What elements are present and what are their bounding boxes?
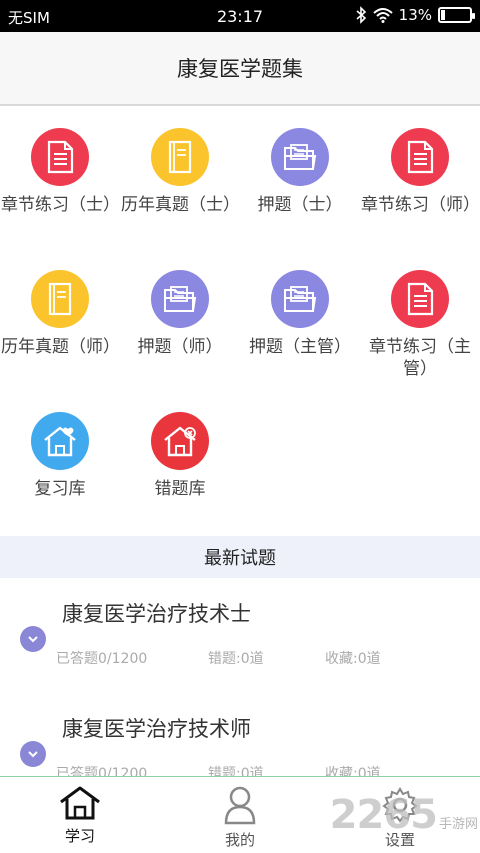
- wifi-icon: [372, 8, 393, 23]
- gear-icon: [382, 787, 418, 823]
- bottom-nav: 学习 我的 设置: [0, 776, 480, 853]
- battery-percent: 13%: [398, 6, 432, 24]
- person-icon: [224, 786, 256, 825]
- exam-item[interactable]: 康复医学治疗技术士 已答题0/1200 错题:0道 收藏:0道: [0, 578, 480, 693]
- nav-label: 设置: [384, 831, 415, 849]
- nav-mine[interactable]: 我的: [160, 777, 320, 853]
- tile-past-exams-shi2[interactable]: 历年真题（师）: [0, 270, 120, 358]
- tile-label: 押题（士）: [257, 195, 343, 215]
- book-icon: [165, 140, 195, 174]
- tile-icon-bg: [391, 270, 449, 328]
- tile-label: 章节练习（主管）: [369, 337, 471, 379]
- chevron-down-icon[interactable]: [20, 626, 46, 652]
- feature-grid: 章节练习（士） 历年真题（士） 押题（士） 章节练习（师） 历年真题（师） 押题…: [0, 106, 480, 536]
- folder-icon: [163, 284, 197, 314]
- tile-chapter-practice-zhuguan[interactable]: 章节练习（主管）: [360, 270, 480, 380]
- exam-name: 康复医学治疗技术士: [62, 602, 251, 626]
- tile-label: 章节练习（士）: [1, 195, 120, 215]
- section-title: 最新试题: [204, 548, 276, 569]
- answered-count: 已答题0/1200: [56, 766, 148, 776]
- home-icon: [60, 786, 100, 820]
- tile-predicted-shi[interactable]: 押题（士）: [240, 128, 360, 216]
- saved-count: 收藏:0道: [325, 766, 381, 776]
- nav-study[interactable]: 学习: [0, 777, 160, 853]
- exam-list: 康复医学治疗技术士 已答题0/1200 错题:0道 收藏:0道 康复医学治疗技术…: [0, 578, 480, 776]
- tile-icon-bg: [391, 128, 449, 186]
- tile-label: 押题（主管）: [249, 337, 351, 357]
- app-header: 康复医学题集: [0, 32, 480, 106]
- page-title: 康复医学题集: [177, 57, 303, 81]
- wrong-count: 错题:0道: [208, 766, 264, 776]
- tile-review-library[interactable]: 复习库: [0, 412, 120, 500]
- tile-icon-bg: [151, 270, 209, 328]
- home-error-icon: [162, 425, 198, 457]
- saved-count: 收藏:0道: [325, 651, 381, 667]
- battery-icon: [438, 7, 475, 23]
- tile-predicted-shi2[interactable]: 押题（师）: [120, 270, 240, 358]
- section-header-latest: 最新试题: [0, 536, 480, 578]
- exam-item[interactable]: 康复医学治疗技术师 已答题0/1200 错题:0道 收藏:0道: [0, 693, 480, 776]
- tile-chapter-practice-shi[interactable]: 章节练习（士）: [0, 128, 120, 216]
- exam-name: 康复医学治疗技术师: [62, 717, 251, 741]
- tile-label: 复习库: [34, 479, 86, 499]
- tile-label: 章节练习（师）: [361, 195, 480, 215]
- tile-predicted-zhuguan[interactable]: 押题（主管）: [240, 270, 360, 358]
- nav-settings[interactable]: 设置: [320, 777, 480, 853]
- chevron-down-icon[interactable]: [20, 741, 46, 767]
- folder-icon: [283, 142, 317, 172]
- status-icons: 13%: [355, 6, 475, 24]
- bluetooth-icon: [356, 6, 366, 24]
- nav-label: 学习: [64, 827, 95, 845]
- tile-icon-bg: [31, 128, 89, 186]
- tile-label: 押题（师）: [137, 337, 223, 357]
- document-icon: [405, 140, 435, 174]
- document-icon: [45, 140, 75, 174]
- tile-icon-bg: [271, 270, 329, 328]
- nav-label: 我的: [224, 831, 255, 849]
- tile-chapter-practice-shi2[interactable]: 章节练习（师）: [360, 128, 480, 216]
- tile-label: 历年真题（师）: [1, 337, 120, 357]
- tile-icon-bg: [31, 412, 89, 470]
- tile-past-exams-shi[interactable]: 历年真题（士）: [120, 128, 240, 216]
- book-icon: [45, 282, 75, 316]
- tile-wrong-library[interactable]: 错题库: [120, 412, 240, 500]
- home-heart-icon: [42, 425, 78, 457]
- tile-label: 错题库: [154, 479, 206, 499]
- wrong-count: 错题:0道: [208, 651, 264, 667]
- status-bar: 无SIM 23:17 13%: [0, 0, 480, 32]
- tile-label: 历年真题（士）: [121, 195, 240, 215]
- answered-count: 已答题0/1200: [56, 651, 148, 667]
- folder-icon: [283, 284, 317, 314]
- tile-icon-bg: [271, 128, 329, 186]
- tile-icon-bg: [31, 270, 89, 328]
- tile-icon-bg: [151, 128, 209, 186]
- document-icon: [405, 282, 435, 316]
- tile-icon-bg: [151, 412, 209, 470]
